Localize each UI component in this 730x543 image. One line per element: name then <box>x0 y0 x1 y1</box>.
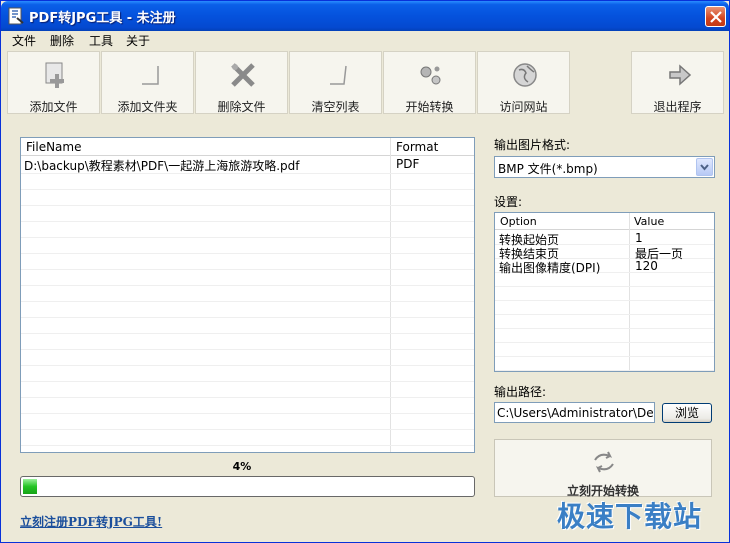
start-convert-toolbar-button[interactable]: 开始转换 <box>383 51 476 114</box>
delete-file-label: 删除文件 <box>217 100 266 114</box>
settings-column-option: Option <box>500 215 537 228</box>
row-separator <box>495 286 714 287</box>
settings-grid[interactable]: Option Value 转换起始页 1 转换结束页 最后一页 输出图像精度(D… <box>494 212 715 372</box>
add-file-icon <box>45 62 64 88</box>
output-format-value: BMP 文件(*.bmp) <box>498 162 598 176</box>
output-format-label: 输出图片格式: <box>494 138 571 152</box>
file-list[interactable]: FileName Format D:\backup\教程素材\PDF\一起游上海… <box>20 137 475 453</box>
row-separator <box>21 221 474 222</box>
convert-arrows-icon <box>594 451 614 473</box>
settings-header: Option Value <box>495 213 714 230</box>
row-separator <box>495 314 714 315</box>
row-separator <box>21 317 474 318</box>
output-path-label: 输出路径: <box>494 385 547 399</box>
progress-fill <box>23 479 37 494</box>
row-separator <box>495 356 714 357</box>
file-format-cell: PDF <box>396 157 420 171</box>
visit-website-label: 访问网站 <box>499 100 548 114</box>
delete-file-icon <box>231 63 255 87</box>
add-folder-icon <box>142 66 159 85</box>
close-icon <box>710 11 722 23</box>
progress-percent: 4% <box>232 460 252 473</box>
visit-website-button[interactable]: 访问网站 <box>477 51 570 114</box>
start-convert-button[interactable]: 立刻开始转换 <box>494 439 712 498</box>
add-folder-label: 添加文件夹 <box>117 100 178 114</box>
column-header-filename[interactable]: FileName <box>26 140 81 154</box>
delete-file-button[interactable]: 删除文件 <box>195 51 288 114</box>
menu-bar: 文件 删除 工具 关于 <box>1 31 729 49</box>
title-bar[interactable]: PDF转JPG工具 - 未注册 <box>1 1 729 31</box>
dropdown-arrow[interactable] <box>696 158 713 176</box>
row-separator <box>495 300 714 301</box>
row-separator <box>495 342 714 343</box>
watermark: 极速下载站 <box>557 500 703 533</box>
convert-icon <box>420 66 441 85</box>
output-format-select[interactable]: BMP 文件(*.bmp) <box>494 156 715 178</box>
row-separator <box>21 397 474 398</box>
row-separator <box>21 301 474 302</box>
row-separator <box>21 269 474 270</box>
clear-list-label: 清空列表 <box>311 100 360 114</box>
output-path-input[interactable]: C:\Users\Administrator\Desktop <box>494 402 655 423</box>
add-file-label: 添加文件 <box>29 100 78 114</box>
output-path-value: C:\Users\Administrator\Desktop <box>497 406 654 420</box>
column-divider <box>390 138 391 452</box>
column-header-format[interactable]: Format <box>396 140 438 154</box>
app-icon <box>8 7 24 25</box>
settings-column-value: Value <box>634 215 665 228</box>
menu-tools[interactable]: 工具 <box>89 32 113 49</box>
progress-bar <box>20 476 475 497</box>
window-title: PDF转JPG工具 - 未注册 <box>29 11 176 26</box>
row-separator <box>21 429 474 430</box>
row-separator <box>21 253 474 254</box>
exit-button[interactable]: 退出程序 <box>631 51 724 114</box>
register-link[interactable]: 立刻注册PDF转JPG工具! <box>20 513 162 530</box>
settings-label: 设置: <box>494 195 523 209</box>
row-separator <box>495 328 714 329</box>
chevron-down-icon <box>700 164 709 171</box>
globe-icon <box>513 63 537 87</box>
row-separator <box>21 285 474 286</box>
row-separator <box>21 205 474 206</box>
table-row[interactable]: D:\backup\教程素材\PDF\一起游上海旅游攻略.pdf PDF <box>24 157 474 173</box>
app-window: PDF转JPG工具 - 未注册 文件 删除 工具 关于 添加文件 添加文件夹 删… <box>0 0 730 543</box>
menu-about[interactable]: 关于 <box>126 32 150 49</box>
row-separator <box>21 333 474 334</box>
row-separator <box>21 413 474 414</box>
add-file-button[interactable]: 添加文件 <box>7 51 100 114</box>
close-button[interactable] <box>705 6 726 27</box>
start-convert-label: 开始转换 <box>405 100 454 114</box>
menu-delete[interactable]: 删除 <box>50 32 74 49</box>
setting-value-start-page[interactable]: 1 <box>635 231 643 245</box>
setting-option-dpi: 输出图像精度(DPI) <box>499 261 601 275</box>
file-name-cell: D:\backup\教程素材\PDF\一起游上海旅游攻略.pdf <box>24 159 300 173</box>
exit-icon <box>669 64 692 86</box>
settings-column-divider <box>629 213 630 371</box>
setting-value-dpi[interactable]: 120 <box>635 259 658 273</box>
exit-label: 退出程序 <box>653 100 702 114</box>
row-separator <box>21 349 474 350</box>
row-separator <box>21 365 474 366</box>
row-separator <box>21 237 474 238</box>
browse-button[interactable]: 浏览 <box>662 403 712 423</box>
menu-file[interactable]: 文件 <box>12 32 36 49</box>
file-list-header: FileName Format <box>21 138 474 156</box>
add-folder-button[interactable]: 添加文件夹 <box>101 51 194 114</box>
clear-list-icon <box>330 65 347 85</box>
row-separator <box>21 189 474 190</box>
row-separator <box>21 445 474 446</box>
clear-list-button[interactable]: 清空列表 <box>289 51 382 114</box>
row-separator <box>495 370 714 371</box>
row-separator <box>21 381 474 382</box>
